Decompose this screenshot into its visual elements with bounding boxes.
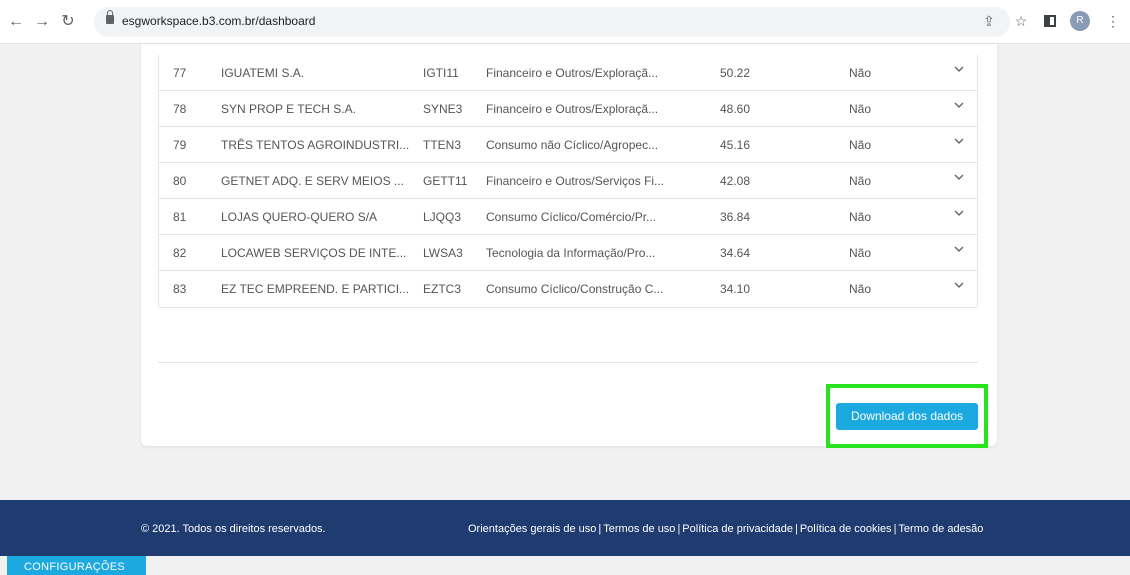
score-cell: 48.60: [720, 102, 751, 116]
ticker-cell: LWSA3: [423, 246, 463, 260]
table-row[interactable]: 78 SYN PROP E TECH S.A. SYNE3 Financeiro e …: [159, 91, 977, 127]
flag-cell: Não: [849, 246, 872, 260]
table-row[interactable]: 80 GETNET ADQ. E SERV MEIOS ... GETT11 Fina…: [159, 163, 977, 199]
copyright: © 2021. Todos os direitos reservados.: [141, 523, 326, 535]
company-name-cell: EZ TEC EMPREEND. E PARTICI...: [221, 282, 410, 296]
chevron-down-icon[interactable]: [953, 171, 965, 186]
lock-icon: [106, 10, 114, 24]
ticker-cell: TTEN3: [423, 138, 462, 152]
score-cell: 42.08: [720, 174, 751, 188]
table-row[interactable]: 79 TRÊS TENTOS AGROINDUSTRI... TTEN3 Consum…: [159, 127, 977, 163]
table-row[interactable]: 83 EZ TEC EMPREEND. E PARTICI... EZTC3 Cons…: [159, 271, 977, 307]
separator: |: [893, 523, 897, 535]
flag-cell: Não: [849, 66, 872, 80]
chevron-down-icon[interactable]: [953, 207, 965, 222]
score-cell: 45.16: [720, 138, 751, 152]
share-icon[interactable]: ⇪: [980, 13, 998, 30]
chevron-down-icon[interactable]: [953, 99, 965, 114]
download-data-button[interactable]: Download dos dados: [836, 403, 978, 430]
ticker-cell: GETT11: [423, 174, 468, 188]
chevron-down-icon[interactable]: [953, 63, 965, 78]
separator: |: [677, 523, 681, 535]
company-name-cell: GETNET ADQ. E SERV MEIOS ...: [221, 174, 404, 188]
footer-link-guidelines[interactable]: Orientações gerais de uso: [468, 523, 596, 535]
chevron-down-icon[interactable]: [953, 135, 965, 150]
score-cell: 34.64: [720, 246, 751, 260]
sector-cell: Financeiro e Outros/Exploraçã...: [486, 66, 659, 80]
flag-cell: Não: [849, 282, 872, 296]
rank-cell: 82: [173, 246, 187, 260]
footer-link-adhesion[interactable]: Termo de adesão: [898, 523, 983, 535]
sector-cell: Consumo não Cíclico/Agropec...: [486, 138, 659, 152]
company-name-cell: IGUATEMI S.A.: [221, 66, 305, 80]
chevron-down-icon[interactable]: [953, 279, 965, 294]
chevron-down-icon[interactable]: [953, 243, 965, 258]
profile-icon[interactable]: R: [1070, 11, 1090, 31]
flag-cell: Não: [849, 138, 872, 152]
footer: © 2021. Todos os direitos reservados. Or…: [0, 500, 1130, 556]
rank-cell: 77: [173, 66, 187, 80]
url-text[interactable]: esgworkspace.b3.com.br/dashboard: [122, 14, 315, 28]
footer-link-terms[interactable]: Termos de uso: [603, 523, 675, 535]
sector-cell: Financeiro e Outros/Serviços Fi...: [486, 174, 665, 188]
company-name-cell: LOJAS QUERO-QUERO S/A: [221, 210, 378, 224]
separator: |: [598, 523, 602, 535]
rank-cell: 81: [173, 210, 187, 224]
score-cell: 50.22: [720, 66, 751, 80]
footer-link-privacy[interactable]: Política de privacidade: [682, 523, 793, 535]
rank-cell: 79: [173, 138, 187, 152]
table-row[interactable]: 82 LOCAWEB SERVIÇOS DE INTE... LWSA3 Tecnol…: [159, 235, 977, 271]
table-row[interactable]: 77 IGUATEMI S.A. IGTI11 Financeiro e Outros…: [159, 55, 977, 91]
table-row[interactable]: 81 LOJAS QUERO-QUERO S/A LJQQ3 Consumo Cícl…: [159, 199, 977, 235]
score-cell: 36.84: [720, 210, 751, 224]
sector-cell: Financeiro e Outros/Exploraçã...: [486, 102, 659, 116]
rank-cell: 78: [173, 102, 187, 116]
flag-cell: Não: [849, 210, 872, 224]
rank-cell: 83: [173, 282, 187, 296]
footer-link-cookies[interactable]: Política de cookies: [800, 523, 892, 535]
back-icon[interactable]: ←: [6, 12, 26, 32]
star-icon[interactable]: ☆: [1012, 13, 1030, 30]
forward-icon[interactable]: →: [32, 12, 52, 32]
menu-icon[interactable]: ⋮: [1104, 13, 1122, 30]
ticker-cell: IGTI11: [423, 66, 459, 80]
ranking-table: 77 IGUATEMI S.A. IGTI11 Financeiro e Outros…: [158, 55, 978, 308]
ticker-cell: LJQQ3: [423, 210, 462, 224]
reload-icon[interactable]: ↻: [58, 12, 78, 32]
company-name-cell: TRÊS TENTOS AGROINDUSTRI...: [221, 138, 410, 152]
divider: [158, 362, 978, 363]
rank-cell: 80: [173, 174, 187, 188]
score-cell: 34.10: [720, 282, 751, 296]
company-name-cell: LOCAWEB SERVIÇOS DE INTE...: [221, 246, 407, 260]
flag-cell: Não: [849, 102, 872, 116]
address-bar[interactable]: esgworkspace.b3.com.br/dashboard: [94, 7, 1010, 37]
sector-cell: Consumo Cíclico/Comércio/Pr...: [486, 210, 657, 224]
company-name-cell: SYN PROP E TECH S.A.: [221, 102, 356, 116]
browser-toolbar: ← → ↻ esgworkspace.b3.com.br/dashboard ⇪…: [0, 0, 1130, 44]
ticker-cell: SYNE3: [423, 102, 463, 116]
separator: |: [794, 523, 798, 535]
sector-cell: Tecnologia da Informação/Pro...: [486, 246, 656, 260]
settings-tab[interactable]: CONFIGURAÇÕES: [7, 556, 146, 575]
flag-cell: Não: [849, 174, 872, 188]
sidebar-icon[interactable]: [1044, 15, 1056, 27]
ticker-cell: EZTC3: [423, 282, 462, 296]
sector-cell: Consumo Cíclico/Construção C...: [486, 282, 664, 296]
footer-links: Orientações gerais de uso | Termos de uso |…: [468, 523, 983, 535]
